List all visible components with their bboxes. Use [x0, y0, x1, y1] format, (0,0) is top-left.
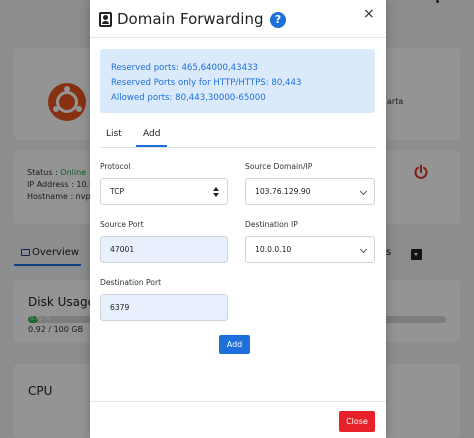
modal-header: Domain Forwarding ? × — [90, 0, 386, 38]
chevron-down-icon — [359, 245, 368, 254]
modal-title: Domain Forwarding — [117, 10, 264, 28]
tab-list[interactable]: List — [106, 129, 122, 139]
close-button[interactable]: Close — [339, 411, 375, 432]
chevron-down-icon — [359, 187, 368, 196]
protocol-value: TCP — [110, 187, 125, 196]
source-port-label: Source Port — [100, 220, 144, 229]
modal-footer-divider — [90, 401, 386, 402]
close-icon[interactable]: × — [363, 6, 375, 22]
source-domain-value: 103.76.129.90 — [255, 187, 311, 196]
tab-add-active-indicator — [136, 145, 167, 147]
add-button[interactable]: Add — [219, 335, 250, 354]
info-line: Reserved Ports only for HTTP/HTTPS: 80,4… — [111, 78, 302, 88]
destination-ip-label: Destination IP — [245, 220, 298, 229]
domain-forwarding-modal: Domain Forwarding ? × Reserved ports: 46… — [90, 0, 386, 438]
reserved-ports-info: Reserved ports: 465,64000,43433 Reserved… — [100, 49, 375, 113]
source-port-input[interactable]: 47001 — [100, 236, 228, 263]
source-domain-label: Source Domain/IP — [245, 162, 313, 171]
protocol-select[interactable]: TCP — [100, 178, 228, 205]
destination-ip-value: 10.0.0.10 — [255, 245, 292, 254]
tab-add[interactable]: Add — [143, 129, 160, 139]
destination-ip-select[interactable]: 10.0.0.10 — [245, 236, 375, 263]
sort-arrows-icon — [213, 187, 219, 197]
destination-port-input[interactable]: 6379 — [100, 294, 228, 321]
info-line: Allowed ports: 80,443,30000-65000 — [111, 93, 266, 103]
tabs-divider — [100, 147, 376, 148]
question-circle-icon[interactable]: ? — [270, 12, 286, 28]
id-card-icon — [99, 12, 112, 27]
destination-port-label: Destination Port — [100, 278, 162, 287]
protocol-label: Protocol — [100, 162, 131, 171]
info-line: Reserved ports: 465,64000,43433 — [111, 63, 258, 73]
source-domain-select[interactable]: 103.76.129.90 — [245, 178, 375, 205]
